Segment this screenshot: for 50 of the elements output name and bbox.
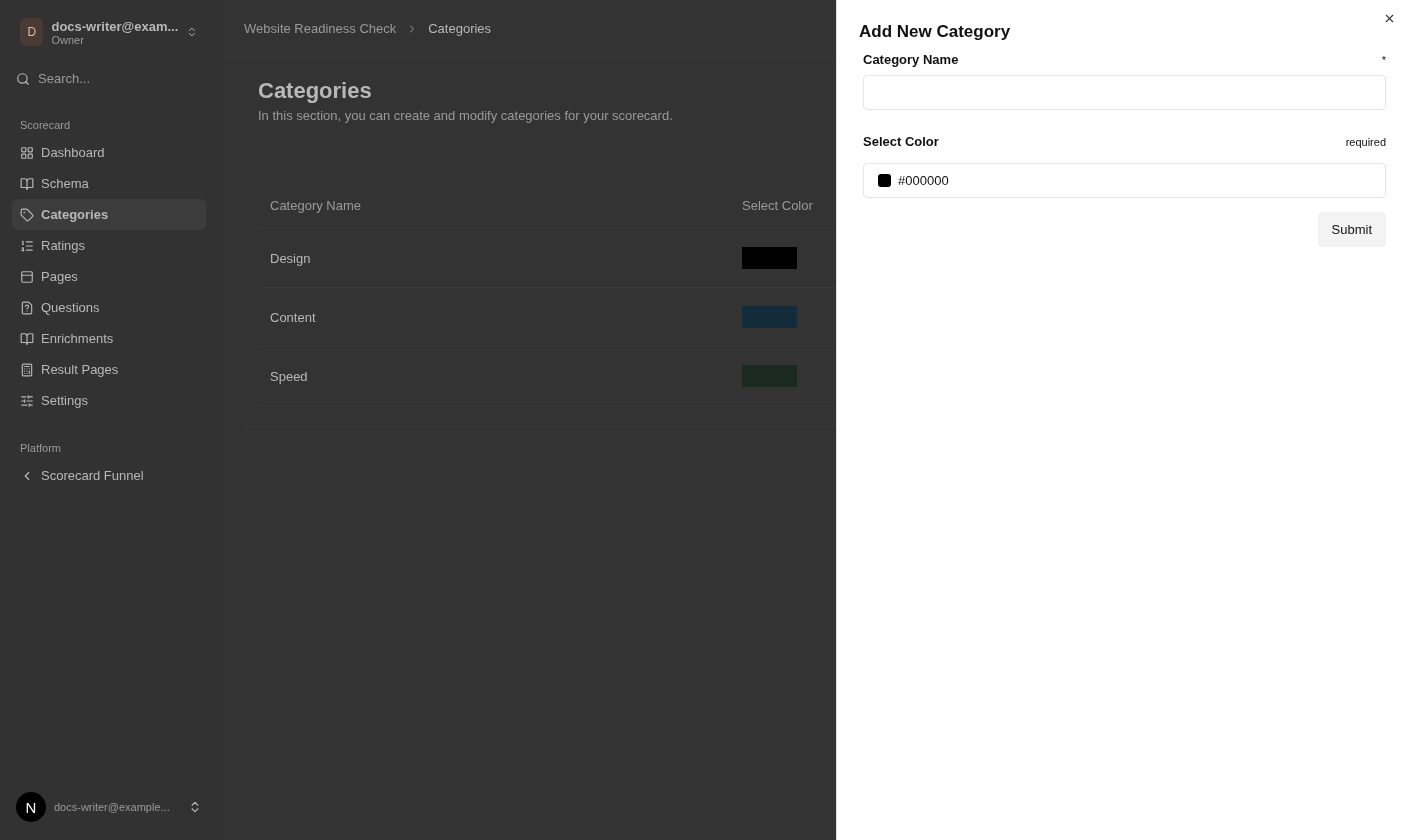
nav-item[interactable]: Questions (12, 292, 206, 323)
question-file-icon (20, 300, 34, 315)
nav-item[interactable]: Settings (12, 385, 206, 416)
calculator-icon (20, 362, 34, 377)
color-field[interactable]: #000000 (863, 163, 1386, 198)
field-note: * (1381, 53, 1386, 66)
submit-button[interactable]: Submit (1317, 212, 1386, 247)
book-icon (20, 331, 34, 346)
table-cell-text: Design (270, 250, 312, 266)
breadcrumb-item[interactable]: Website Readiness Check (244, 21, 397, 36)
list-icon (20, 238, 34, 253)
nav-item[interactable]: Schema (12, 168, 206, 199)
table-cell-text: Speed (270, 368, 309, 384)
grid-icon (20, 145, 34, 160)
nav-item[interactable]: Pages (12, 261, 206, 292)
account-avatar: D (20, 18, 44, 46)
nav-item[interactable]: Dashboard (12, 137, 206, 168)
section-title: Scorecard (19, 119, 72, 131)
column-header: Select Color (742, 198, 814, 213)
user-email: docs-writer@example... (54, 801, 171, 813)
account-email: docs-writer@exam... (51, 18, 179, 34)
nav-item[interactable]: Enrichments (12, 323, 206, 354)
close-button[interactable] (1383, 12, 1396, 25)
sliders-icon (20, 393, 34, 408)
close-icon (1383, 12, 1396, 25)
field-note: required (1345, 135, 1386, 148)
user-menu[interactable]: N docs-writer@example... (12, 788, 206, 826)
breadcrumb-item[interactable]: Categories (428, 21, 492, 36)
table-cell-text: Content (270, 309, 317, 325)
nav-item[interactable]: Scorecard Funnel (12, 460, 206, 491)
tag-icon (20, 207, 34, 222)
nav-item[interactable]: Categories (12, 199, 206, 230)
page-title: Categories (258, 78, 373, 104)
nav-item[interactable]: Ratings (12, 230, 206, 261)
search-field[interactable]: Search... (36, 70, 196, 87)
book-icon (20, 176, 34, 191)
input-field[interactable] (863, 75, 1386, 110)
sheet-title: Add New Category (859, 22, 1011, 42)
nav-item[interactable]: Result Pages (12, 354, 206, 385)
page-icon (20, 269, 34, 284)
search-icon (16, 71, 30, 86)
column-header: Category Name (270, 198, 363, 213)
page-description: In this section, you can create and modify categories for your scorecard. (258, 108, 674, 123)
account-role: Owner (51, 33, 85, 46)
user-avatar: N (16, 792, 46, 822)
field-label: Category Name (863, 52, 959, 67)
chevrons-icon (186, 25, 198, 39)
field-label: Select Color (863, 134, 939, 149)
section-title: Platform (19, 442, 62, 454)
account-switcher[interactable]: D docs-writer@exam... Owner (12, 14, 206, 50)
